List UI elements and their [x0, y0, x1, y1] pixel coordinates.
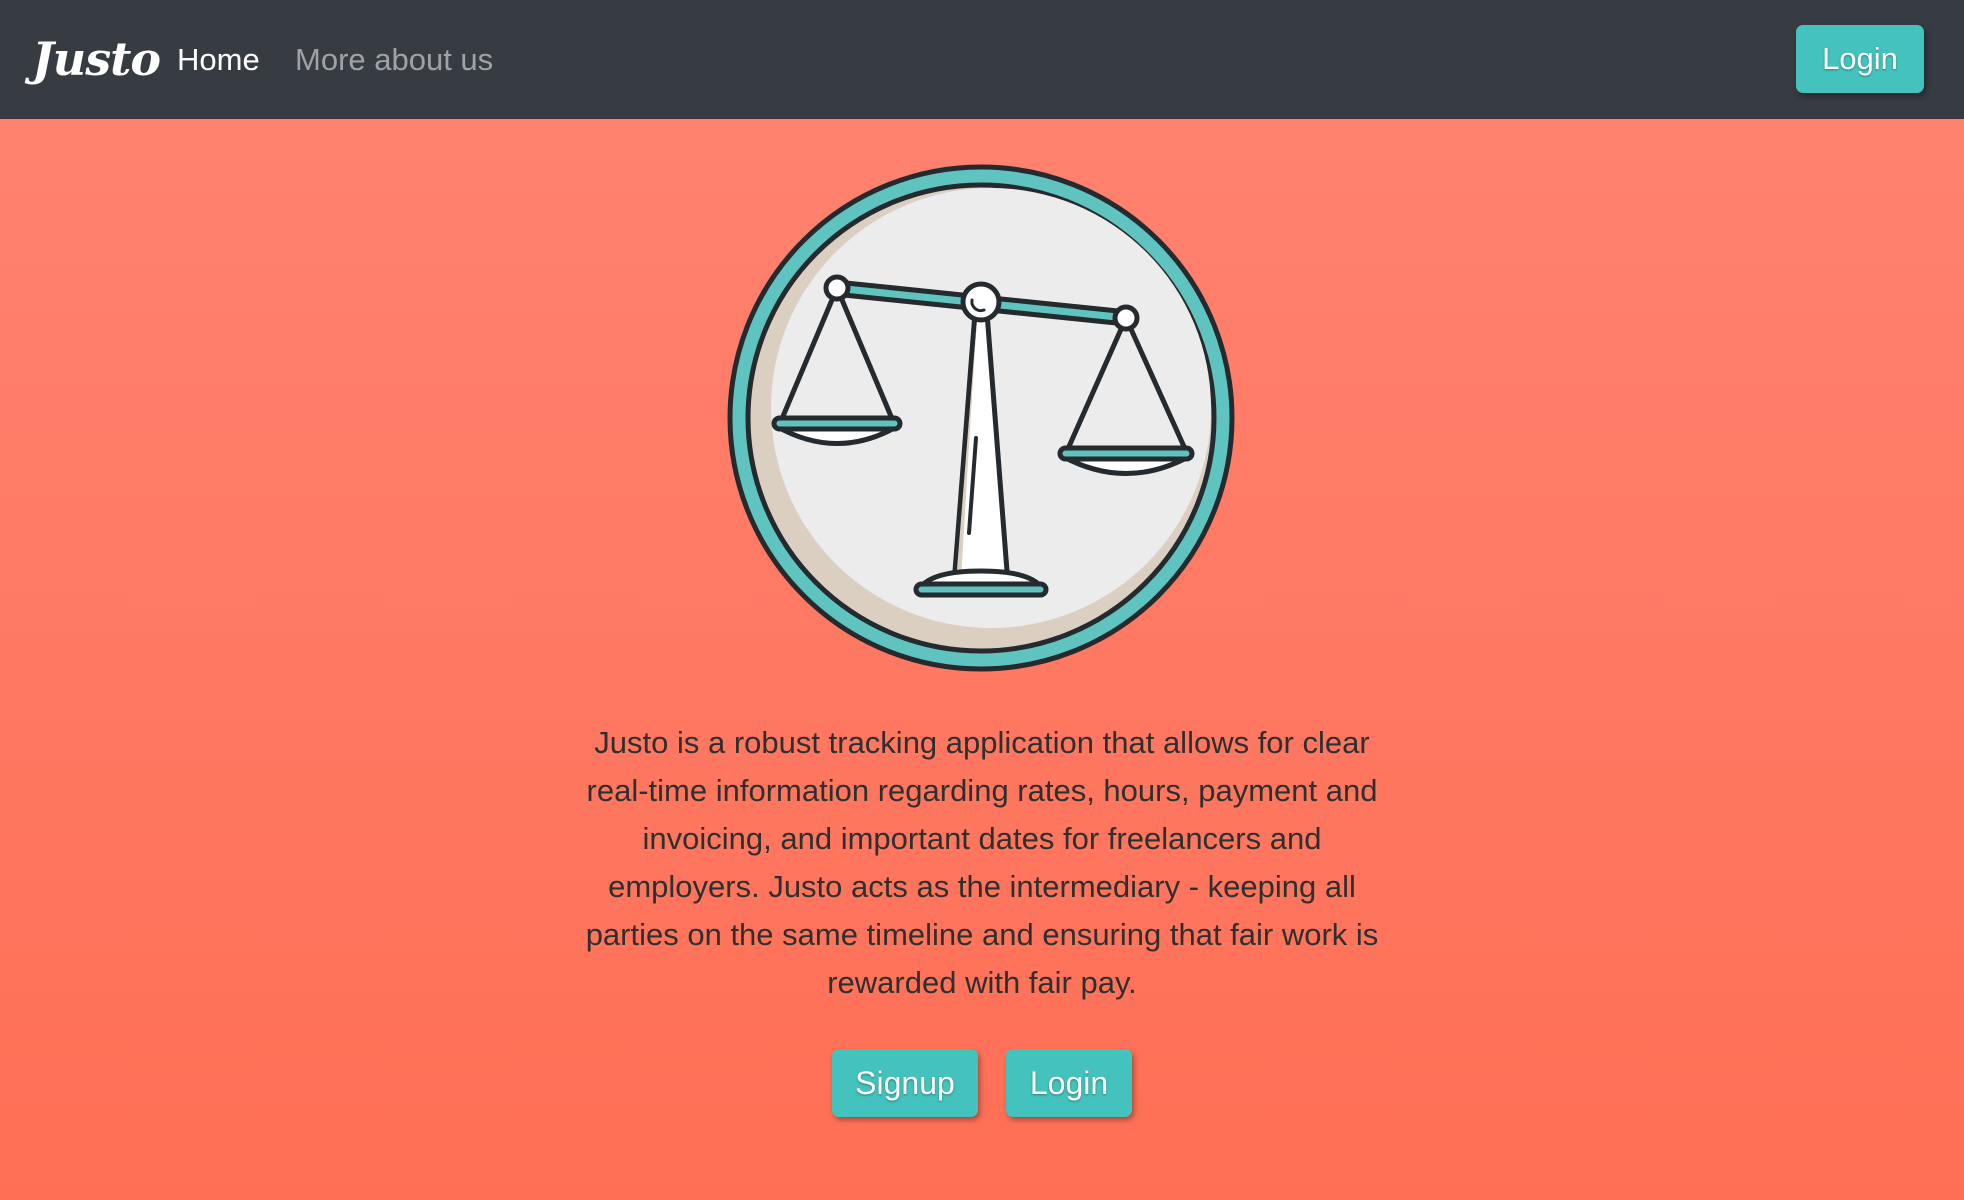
signup-button[interactable]: Signup	[832, 1049, 978, 1117]
login-button[interactable]: Login	[1006, 1049, 1132, 1117]
navbar-login-button[interactable]: Login	[1796, 25, 1924, 93]
nav-link-more-about-us[interactable]: More about us	[295, 34, 493, 86]
app-description: Justo is a robust tracking application t…	[585, 725, 1379, 1000]
brand-logo[interactable]: Justo	[32, 24, 161, 94]
scales-of-justice-icon	[727, 164, 1235, 672]
navbar: Justo Home More about us Login	[0, 0, 1964, 119]
nav-link-home[interactable]: Home	[177, 34, 260, 86]
